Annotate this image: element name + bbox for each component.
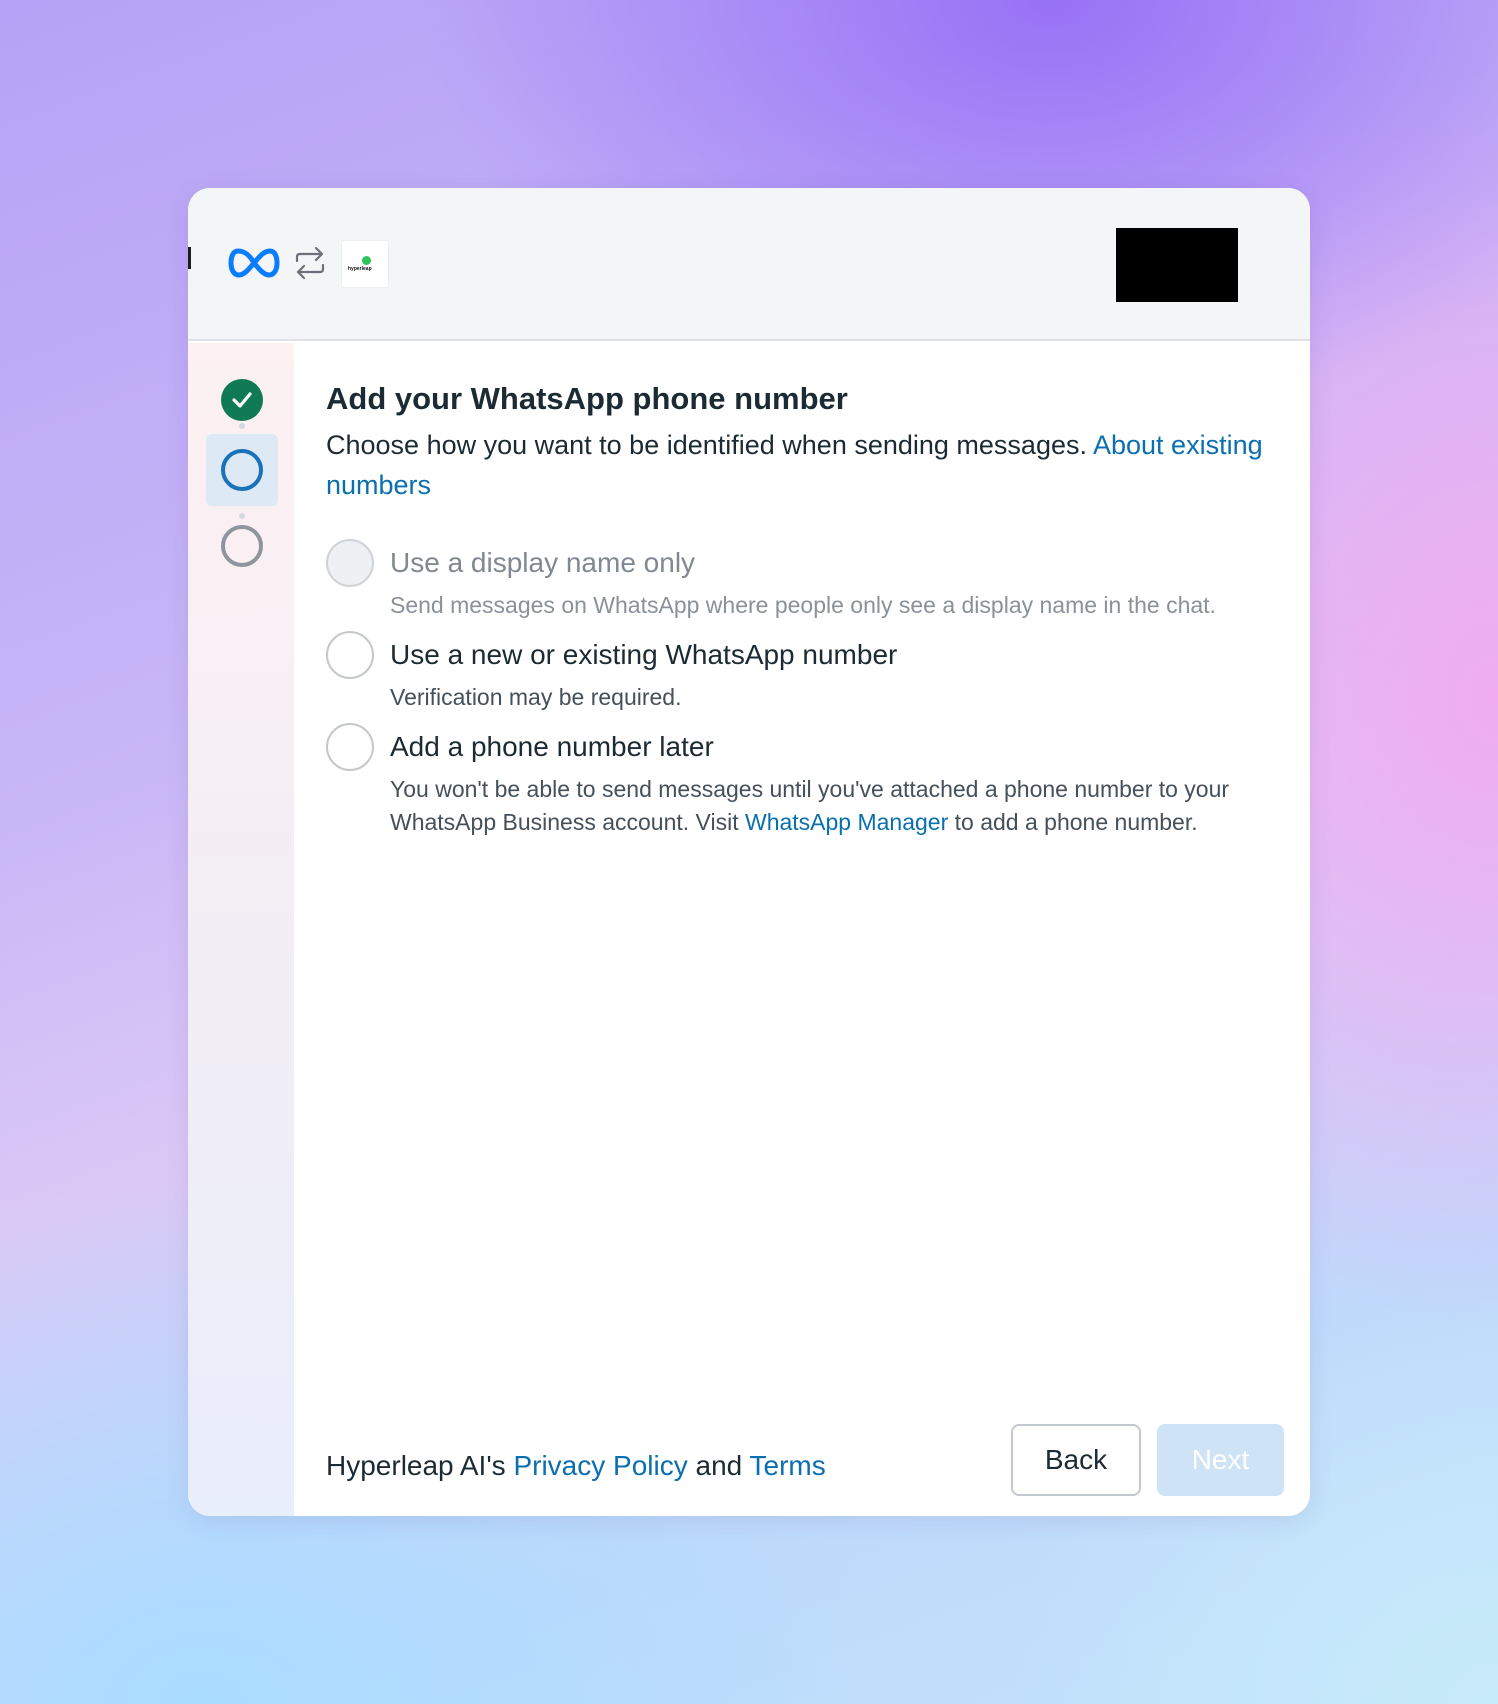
brand-logo: hyperleap xyxy=(341,240,389,288)
check-circle-icon xyxy=(221,379,263,421)
radio-display-name-only xyxy=(326,539,374,587)
option-description: You won't be able to send messages until… xyxy=(390,773,1270,839)
next-button[interactable]: Next xyxy=(1157,1424,1284,1496)
radio-add-number-later[interactable] xyxy=(326,723,374,771)
brand-logo-text: hyperleap xyxy=(348,266,372,272)
page-title: Add your WhatsApp phone number xyxy=(326,381,848,416)
brand-logo-leaf-icon xyxy=(362,256,371,265)
edge-marker xyxy=(188,247,191,269)
option-add-number-later[interactable]: Add a phone number later You won't be ab… xyxy=(326,723,1286,873)
option-new-or-existing-number[interactable]: Use a new or existing WhatsApp number Ve… xyxy=(326,631,1286,710)
redacted-area xyxy=(1116,228,1238,302)
option-display-name-only: Use a display name only Send messages on… xyxy=(326,539,1286,618)
back-button[interactable]: Back xyxy=(1011,1424,1141,1496)
signup-dialog: hyperleap Add your WhatsApp phone number… xyxy=(188,188,1310,1516)
option-description: Send messages on WhatsApp where people o… xyxy=(390,592,1216,618)
option-description: Verification may be required. xyxy=(390,684,682,710)
privacy-policy-link[interactable]: Privacy Policy xyxy=(513,1450,687,1481)
footer-and: and xyxy=(695,1450,743,1481)
progress-stepper xyxy=(188,343,294,1516)
meta-infinity-icon xyxy=(228,248,280,278)
footer-legal: Hyperleap AI's Privacy Policy and Terms xyxy=(326,1450,826,1482)
terms-link[interactable]: Terms xyxy=(750,1450,826,1481)
page-subtitle: Choose how you want to be identified whe… xyxy=(326,425,1266,505)
whatsapp-manager-link[interactable]: WhatsApp Manager xyxy=(745,809,948,835)
swap-arrows-icon xyxy=(295,246,325,280)
option-label: Use a display name only xyxy=(390,547,696,578)
dialog-header: hyperleap xyxy=(188,188,1310,341)
circle-outline-icon xyxy=(221,525,263,567)
option-label: Add a phone number later xyxy=(390,731,714,762)
description-text: to add a phone number. xyxy=(954,809,1198,835)
step-2-current xyxy=(206,434,278,506)
radio-new-or-existing-number[interactable] xyxy=(326,631,374,679)
subtitle-text: Choose how you want to be identified whe… xyxy=(326,430,1087,460)
option-label: Use a new or existing WhatsApp number xyxy=(390,639,898,670)
step-3-upcoming xyxy=(206,510,278,582)
footer-owner: Hyperleap AI's xyxy=(326,1450,506,1481)
circle-outline-icon xyxy=(221,449,263,491)
step-connector xyxy=(239,423,245,429)
